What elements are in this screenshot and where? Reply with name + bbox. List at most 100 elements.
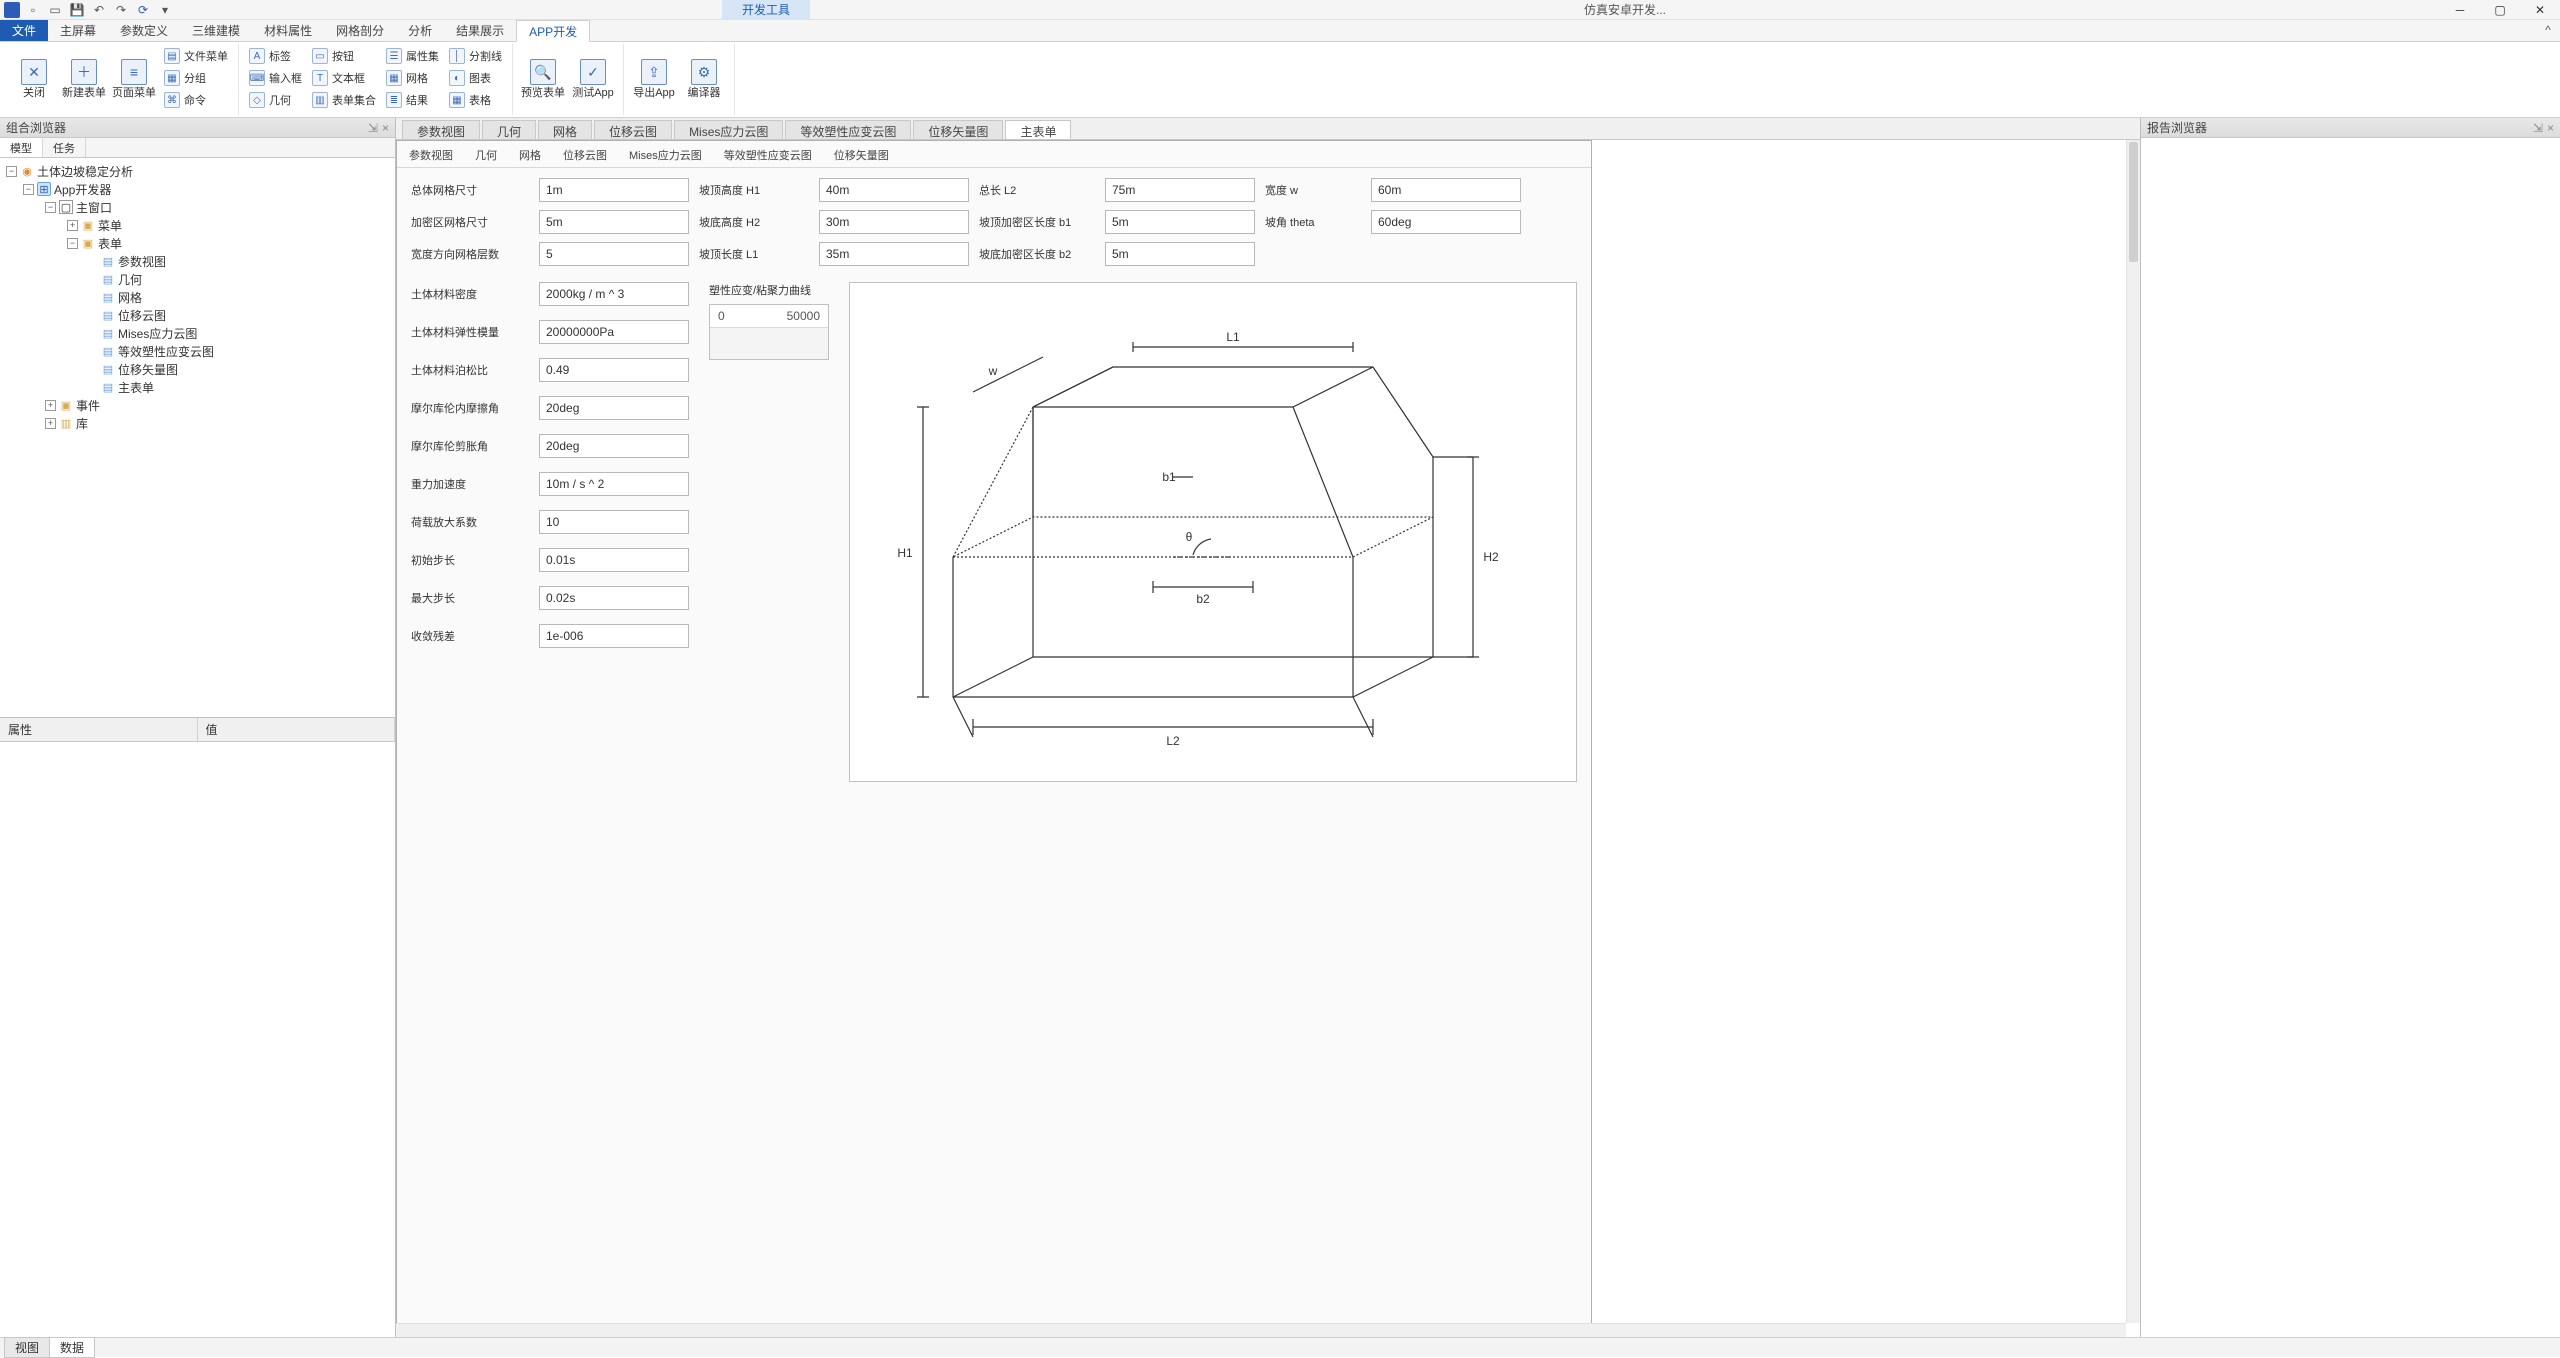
ribbon-page-menu-button[interactable]: ≡页面菜单: [110, 44, 158, 114]
panel-close-icon[interactable]: ×: [2547, 121, 2554, 135]
tree-form-item[interactable]: 几何: [118, 271, 142, 288]
field-input[interactable]: 10m / s ^ 2: [539, 472, 689, 496]
ribbon-close-button[interactable]: ✕关闭: [10, 44, 58, 114]
field-input[interactable]: 5m: [539, 210, 689, 234]
tree-menu[interactable]: 菜单: [98, 217, 122, 234]
field-input[interactable]: 1e-006: [539, 624, 689, 648]
expander-icon[interactable]: −: [23, 184, 34, 195]
field-input[interactable]: 10: [539, 510, 689, 534]
ribbon-compiler-button[interactable]: ⚙编译器: [680, 44, 728, 114]
qat-redo-icon[interactable]: ↷: [112, 2, 130, 18]
panel-tab-model[interactable]: 模型: [0, 138, 43, 157]
ribbon-propset-button[interactable]: ☰属性集: [382, 46, 443, 66]
field-input[interactable]: 5m: [1105, 210, 1255, 234]
ribbon-tab-material[interactable]: 材料属性: [252, 20, 324, 41]
sub-tab[interactable]: 网格: [513, 145, 547, 165]
ribbon-tab-param[interactable]: 参数定义: [108, 20, 180, 41]
ribbon-geometry-button[interactable]: ◇几何: [245, 90, 306, 110]
doc-tab[interactable]: 等效塑性应变云图: [785, 120, 911, 139]
ribbon-textbox-button[interactable]: T文本框: [308, 68, 380, 88]
status-tab-view[interactable]: 视图: [4, 1337, 50, 1358]
expander-icon[interactable]: +: [45, 400, 56, 411]
ribbon-collapse-icon[interactable]: ^: [2540, 22, 2556, 38]
panel-tab-task[interactable]: 任务: [43, 138, 86, 157]
doc-tab[interactable]: 位移矢量图: [913, 120, 1003, 139]
ribbon-tab-file[interactable]: 文件: [0, 20, 48, 41]
expander-icon[interactable]: −: [67, 238, 78, 249]
field-input[interactable]: 2000kg / m ^ 3: [539, 282, 689, 306]
field-input[interactable]: 75m: [1105, 178, 1255, 202]
sub-tab[interactable]: 几何: [469, 145, 503, 165]
tree-form-item[interactable]: 主表单: [118, 379, 154, 396]
tree-library[interactable]: 库: [76, 415, 88, 432]
expander-icon[interactable]: +: [67, 220, 78, 231]
ribbon-test-button[interactable]: ✓测试App: [569, 44, 617, 114]
ribbon-file-menu-button[interactable]: ▤文件菜单: [160, 46, 232, 66]
sub-tab[interactable]: 参数视图: [403, 145, 459, 165]
field-input[interactable]: 5m: [1105, 242, 1255, 266]
field-input[interactable]: 60m: [1371, 178, 1521, 202]
sub-tab[interactable]: 等效塑性应变云图: [718, 145, 818, 165]
vertical-scrollbar[interactable]: [2126, 140, 2140, 1323]
doc-tab[interactable]: Mises应力云图: [674, 120, 783, 139]
ribbon-tab-appdev[interactable]: APP开发: [516, 20, 590, 42]
tree-root[interactable]: 土体边坡稳定分析: [37, 163, 133, 180]
scrollbar-thumb[interactable]: [2129, 142, 2138, 262]
field-input[interactable]: 40m: [819, 178, 969, 202]
field-input[interactable]: 0.01s: [539, 548, 689, 572]
doc-tab[interactable]: 参数视图: [402, 120, 480, 139]
ribbon-tab-3d[interactable]: 三维建模: [180, 20, 252, 41]
qat-new-icon[interactable]: ▫: [24, 2, 42, 18]
doc-tab-active[interactable]: 主表单: [1005, 120, 1071, 139]
ribbon-chart-button[interactable]: ◐图表: [445, 68, 506, 88]
ribbon-formset-button[interactable]: ▥表单集合: [308, 90, 380, 110]
qat-undo-icon[interactable]: ↶: [90, 2, 108, 18]
field-input[interactable]: 0.49: [539, 358, 689, 382]
ribbon-preview-button[interactable]: 🔍预览表单: [519, 44, 567, 114]
ribbon-export-button[interactable]: ⇪导出App: [630, 44, 678, 114]
expander-icon[interactable]: +: [45, 418, 56, 429]
minimize-button[interactable]: ─: [2440, 0, 2480, 20]
qat-open-icon[interactable]: ▭: [46, 2, 64, 18]
pin-icon[interactable]: ⇲: [368, 121, 378, 135]
model-tree[interactable]: −◉土体边坡稳定分析 −⊞App开发器 −▢主窗口 +▣菜单 −▣表单 ▤参数视…: [0, 158, 395, 717]
ribbon-command-button[interactable]: ⌘命令: [160, 90, 232, 110]
qat-save-icon[interactable]: 💾: [68, 2, 86, 18]
field-input[interactable]: 35m: [819, 242, 969, 266]
field-input[interactable]: 20deg: [539, 434, 689, 458]
sub-tab[interactable]: 位移矢量图: [828, 145, 895, 165]
ribbon-group-button[interactable]: ▦分组: [160, 68, 232, 88]
field-input[interactable]: 20deg: [539, 396, 689, 420]
sub-tab[interactable]: Mises应力云图: [623, 145, 708, 165]
curve-table[interactable]: 050000: [709, 304, 829, 360]
ribbon-table-button[interactable]: ▦表格: [445, 90, 506, 110]
ribbon-tab-home[interactable]: 主屏幕: [48, 20, 108, 41]
field-input[interactable]: 0.02s: [539, 586, 689, 610]
ribbon-label-button[interactable]: A标签: [245, 46, 306, 66]
tree-form-item[interactable]: 等效塑性应变云图: [118, 343, 214, 360]
doc-tab[interactable]: 位移云图: [594, 120, 672, 139]
tree-form-item[interactable]: Mises应力云图: [118, 325, 197, 342]
tree-form-item[interactable]: 位移云图: [118, 307, 166, 324]
maximize-button[interactable]: ▢: [2480, 0, 2520, 20]
ribbon-result-button[interactable]: ≣结果: [382, 90, 443, 110]
status-tab-data[interactable]: 数据: [49, 1337, 95, 1358]
report-body[interactable]: [2141, 138, 2560, 1337]
close-button[interactable]: ✕: [2520, 0, 2560, 20]
ribbon-button-button[interactable]: ▭按钮: [308, 46, 380, 66]
ribbon-tab-mesh[interactable]: 网格剖分: [324, 20, 396, 41]
tree-events[interactable]: 事件: [76, 397, 100, 414]
sub-tab[interactable]: 位移云图: [557, 145, 613, 165]
props-body[interactable]: [0, 742, 395, 1337]
ribbon-tab-result[interactable]: 结果展示: [444, 20, 516, 41]
pin-icon[interactable]: ⇲: [2533, 121, 2543, 135]
field-input[interactable]: 5: [539, 242, 689, 266]
expander-icon[interactable]: −: [45, 202, 56, 213]
ribbon-mesh-button[interactable]: ▦网格: [382, 68, 443, 88]
horizontal-scrollbar[interactable]: [396, 1323, 2126, 1337]
ribbon-new-form-button[interactable]: ＋新建表单: [60, 44, 108, 114]
field-input[interactable]: 20000000Pa: [539, 320, 689, 344]
ribbon-splitline-button[interactable]: │分割线: [445, 46, 506, 66]
doc-tab[interactable]: 网格: [538, 120, 592, 139]
panel-close-icon[interactable]: ×: [382, 121, 389, 135]
